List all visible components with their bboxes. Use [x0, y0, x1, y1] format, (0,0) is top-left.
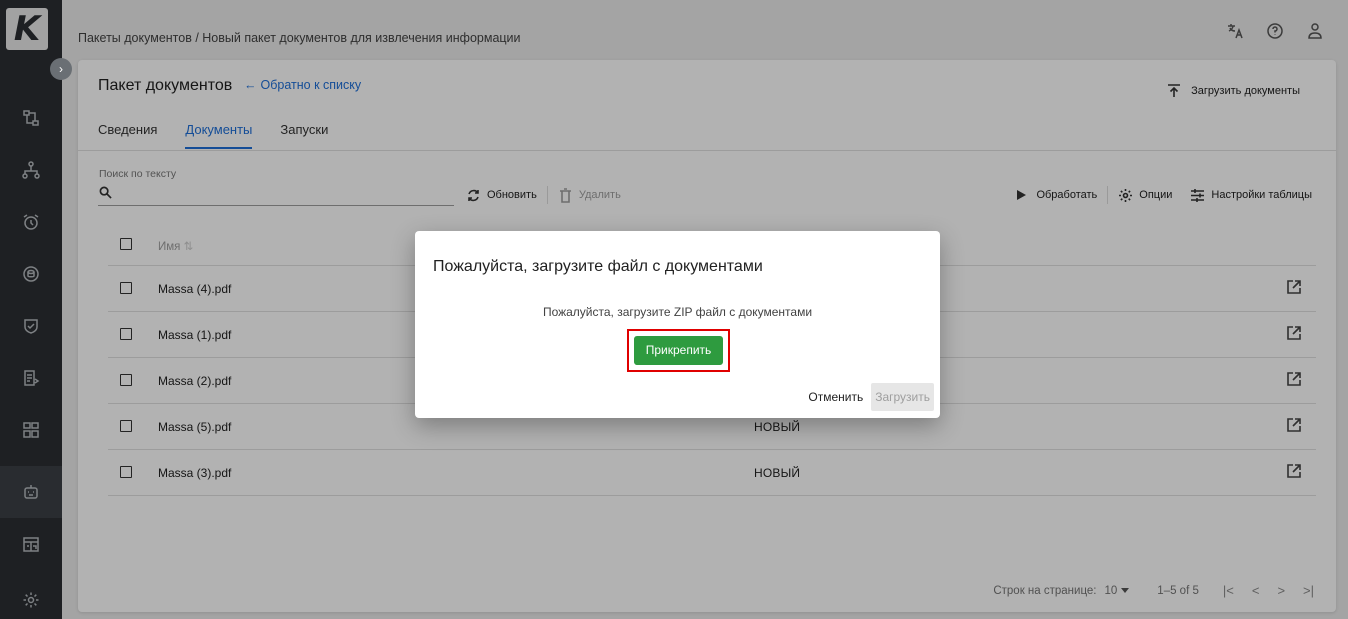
sidebar-expand-button[interactable]: ›: [50, 58, 72, 80]
upload-button[interactable]: Загрузить: [871, 383, 934, 411]
cancel-button[interactable]: Отменить: [804, 383, 867, 411]
chevron-right-icon: ›: [59, 62, 63, 76]
dialog-actions: Отменить Загрузить: [804, 383, 934, 411]
dialog-title: Пожалуйста, загрузите файл с документами: [433, 258, 763, 275]
attach-button[interactable]: Прикрепить: [634, 336, 723, 365]
dialog-message: Пожалуйста, загрузите ZIP файл с докумен…: [542, 305, 813, 319]
upload-dialog: Пожалуйста, загрузите файл с документами…: [415, 231, 940, 418]
attach-highlight: Прикрепить: [627, 329, 730, 372]
